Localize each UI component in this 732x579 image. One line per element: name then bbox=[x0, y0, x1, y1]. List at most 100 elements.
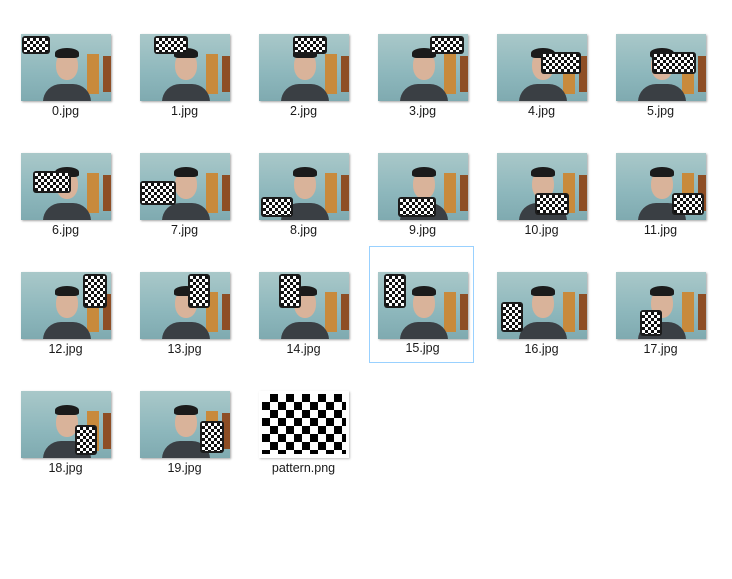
door-right bbox=[222, 294, 230, 330]
checkerboard-pattern bbox=[642, 312, 660, 334]
checkerboard-card bbox=[75, 425, 97, 455]
file-item[interactable]: 1.jpg bbox=[131, 33, 236, 150]
file-item[interactable]: 19.jpg bbox=[131, 390, 236, 507]
door-left bbox=[325, 173, 337, 213]
person-hair bbox=[650, 167, 674, 177]
photo-thumbnail bbox=[378, 153, 468, 220]
file-item[interactable]: 3.jpg bbox=[369, 33, 474, 150]
door-left bbox=[444, 54, 456, 94]
photo-thumbnail bbox=[21, 391, 111, 458]
person-hair bbox=[412, 167, 436, 177]
checkerboard-pattern bbox=[386, 276, 404, 306]
checkerboard-pattern bbox=[77, 427, 95, 453]
checkerboard-card bbox=[672, 193, 704, 215]
file-name-label: 16.jpg bbox=[524, 342, 559, 356]
person-hair bbox=[174, 405, 198, 415]
file-item[interactable]: 18.jpg bbox=[12, 390, 117, 507]
photo-thumbnail bbox=[259, 34, 349, 101]
file-item[interactable]: 16.jpg bbox=[488, 271, 593, 388]
photo-thumbnail bbox=[259, 153, 349, 220]
file-name-label: 4.jpg bbox=[527, 104, 556, 118]
door-right bbox=[341, 56, 349, 92]
photo-thumbnail bbox=[497, 272, 587, 339]
file-item[interactable]: 7.jpg bbox=[131, 152, 236, 269]
door-right bbox=[103, 56, 111, 92]
door-left bbox=[682, 292, 694, 332]
checkerboard-card bbox=[398, 197, 436, 217]
file-name-label: 12.jpg bbox=[48, 342, 83, 356]
door-right bbox=[460, 175, 468, 211]
file-name-label: 17.jpg bbox=[643, 342, 678, 356]
file-name-label: pattern.png bbox=[271, 461, 336, 475]
checkerboard-image bbox=[262, 394, 346, 454]
door-right bbox=[341, 294, 349, 330]
door-left bbox=[325, 292, 337, 332]
photo-thumbnail bbox=[497, 34, 587, 101]
person-hair bbox=[531, 167, 555, 177]
file-item[interactable]: 10.jpg bbox=[488, 152, 593, 269]
photo-thumbnail bbox=[21, 272, 111, 339]
file-name-label: 19.jpg bbox=[167, 461, 202, 475]
door-left bbox=[206, 173, 218, 213]
checkerboard-pattern bbox=[543, 54, 579, 72]
file-item[interactable]: 14.jpg bbox=[250, 271, 355, 388]
file-item[interactable]: 8.jpg bbox=[250, 152, 355, 269]
photo-thumbnail bbox=[616, 272, 706, 339]
file-name-label: 10.jpg bbox=[524, 223, 559, 237]
file-item[interactable]: 5.jpg bbox=[607, 33, 712, 150]
door-right bbox=[698, 56, 706, 92]
door-left bbox=[87, 173, 99, 213]
pattern-thumbnail bbox=[259, 391, 349, 458]
file-name-label: 11.jpg bbox=[643, 223, 678, 237]
checkerboard-pattern bbox=[263, 199, 291, 215]
file-name-label: 8.jpg bbox=[289, 223, 318, 237]
checkerboard-card bbox=[384, 274, 406, 308]
file-name-label: 1.jpg bbox=[170, 104, 199, 118]
file-item[interactable]: 13.jpg bbox=[131, 271, 236, 388]
checkerboard-card bbox=[535, 193, 569, 215]
checkerboard-pattern bbox=[537, 195, 567, 213]
photo-thumbnail bbox=[616, 153, 706, 220]
door-left bbox=[206, 54, 218, 94]
checkerboard-card bbox=[541, 52, 581, 74]
photo-thumbnail bbox=[497, 153, 587, 220]
checkerboard-pattern bbox=[202, 423, 222, 451]
checkerboard-card bbox=[33, 171, 71, 193]
file-name-label: 18.jpg bbox=[48, 461, 83, 475]
file-item[interactable]: 12.jpg bbox=[12, 271, 117, 388]
checkerboard-pattern bbox=[674, 195, 702, 213]
door-right bbox=[103, 413, 111, 449]
person-hair bbox=[55, 48, 79, 58]
checkerboard-card bbox=[293, 36, 327, 54]
checkerboard-pattern bbox=[654, 54, 694, 72]
person-hair bbox=[174, 167, 198, 177]
door-left bbox=[325, 54, 337, 94]
file-name-label: 5.jpg bbox=[646, 104, 675, 118]
file-item[interactable]: pattern.png bbox=[250, 390, 355, 507]
photo-thumbnail bbox=[259, 272, 349, 339]
checkerboard-pattern bbox=[503, 304, 521, 330]
file-item[interactable]: 11.jpg bbox=[607, 152, 712, 269]
checkerboard-pattern bbox=[432, 38, 462, 52]
file-item[interactable]: 6.jpg bbox=[12, 152, 117, 269]
checkerboard-pattern bbox=[295, 38, 325, 52]
file-name-label: 13.jpg bbox=[167, 342, 202, 356]
door-left bbox=[444, 292, 456, 332]
photo-thumbnail bbox=[140, 272, 230, 339]
checkerboard-card bbox=[83, 274, 107, 308]
file-grid: 0.jpg 1.jpg 2.jpg 3.jpg 4.jpg 5.jpg 6.jpg 7.jpg… bbox=[0, 0, 732, 579]
photo-thumbnail bbox=[140, 34, 230, 101]
person-hair bbox=[412, 286, 436, 296]
file-item[interactable]: 4.jpg bbox=[488, 33, 593, 150]
file-item[interactable]: 15.jpg bbox=[369, 246, 474, 363]
checkerboard-card bbox=[261, 197, 293, 217]
file-name-label: 9.jpg bbox=[408, 223, 437, 237]
door-right bbox=[222, 175, 230, 211]
file-item[interactable]: 0.jpg bbox=[12, 33, 117, 150]
file-name-label: 14.jpg bbox=[286, 342, 321, 356]
checkerboard-pattern bbox=[35, 173, 69, 191]
door-right bbox=[222, 56, 230, 92]
file-item[interactable]: 2.jpg bbox=[250, 33, 355, 150]
file-item[interactable]: 17.jpg bbox=[607, 271, 712, 388]
checkerboard-card bbox=[22, 36, 50, 54]
